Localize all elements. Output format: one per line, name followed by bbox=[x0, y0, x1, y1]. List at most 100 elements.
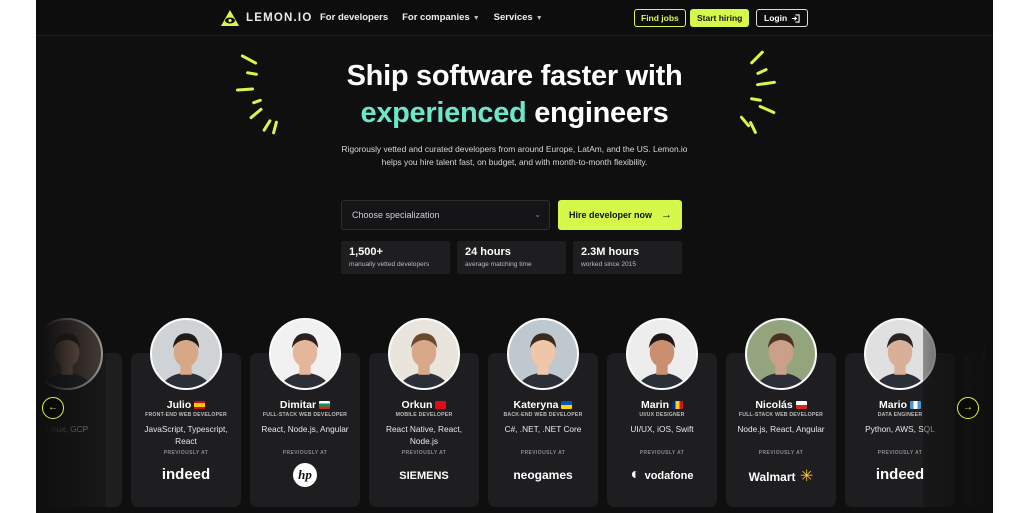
company-logo: neogames bbox=[488, 466, 598, 484]
stat-label: worked since 2015 bbox=[581, 261, 636, 268]
previously-at-label: PREVIOUSLY AT bbox=[758, 450, 804, 456]
company-name: indeed bbox=[875, 466, 925, 483]
nav-link-for-developers[interactable]: For developers bbox=[320, 12, 388, 23]
developer-skills: UI/UX, iOS, Swift bbox=[630, 424, 694, 434]
stat-label: manually vetted developers bbox=[349, 261, 430, 268]
chevron-down-icon: ⌄ bbox=[534, 210, 541, 219]
company-name: vodafone bbox=[644, 470, 694, 482]
company-logo: ◐ vodafone bbox=[607, 466, 717, 484]
stat-developers: 1,500+ manually vetted developers bbox=[341, 241, 450, 274]
cta-label: Hire developer now bbox=[569, 210, 653, 220]
developer-name-text: Orkun bbox=[401, 399, 433, 411]
developer-name-text: Marin bbox=[640, 399, 669, 411]
previously-at-label: PREVIOUSLY AT bbox=[163, 450, 209, 456]
company-logo: indeed bbox=[131, 466, 241, 484]
country-flag-icon bbox=[435, 401, 447, 410]
stat-label: average matching time bbox=[465, 261, 532, 268]
walmart-spark-icon: ✳ bbox=[795, 468, 814, 485]
stat-value: 2.3M hours bbox=[581, 246, 640, 258]
company-logo: SIEMENS bbox=[369, 466, 479, 484]
carousel-prev-button[interactable]: ← bbox=[42, 397, 64, 419]
developer-name: Dimitar bbox=[250, 399, 360, 411]
company-name: neogames bbox=[513, 468, 573, 482]
start-hiring-button[interactable]: Start hiring bbox=[690, 9, 750, 27]
find-jobs-button[interactable]: Find jobs bbox=[634, 9, 686, 27]
developer-avatar bbox=[150, 318, 222, 390]
caret-down-icon: ▼ bbox=[535, 15, 543, 22]
company-name: indeed bbox=[161, 466, 211, 483]
arrow-left-icon: ← bbox=[48, 402, 58, 413]
select-placeholder: Choose specialization bbox=[352, 210, 440, 220]
company-name: Walmart bbox=[748, 470, 796, 484]
nav-link-label: For developers bbox=[320, 12, 389, 23]
logo-text: LEMON.IO bbox=[246, 12, 313, 24]
developer-name: Marin bbox=[607, 399, 717, 411]
developer-role: BACK-END WEB DEVELOPER bbox=[503, 412, 583, 418]
nav-link-label: Services bbox=[493, 12, 533, 23]
developer-role: FULL-STACK WEB DEVELOPER bbox=[738, 412, 824, 418]
developer-avatar bbox=[388, 318, 460, 390]
developer-name: Kateryna bbox=[488, 399, 598, 411]
developer-avatar bbox=[626, 318, 698, 390]
company-name: hp bbox=[293, 463, 317, 487]
hero-title-line1: Ship software faster with bbox=[346, 60, 683, 92]
developer-name-text: Kateryna bbox=[513, 399, 559, 411]
developer-name-text: Dimitar bbox=[279, 399, 317, 411]
login-label: Login bbox=[764, 13, 788, 23]
company-logo: Walmart ✳ bbox=[726, 466, 836, 486]
country-flag-icon bbox=[194, 401, 206, 410]
nav-link-label: For companies bbox=[402, 12, 470, 23]
login-icon bbox=[792, 13, 800, 23]
nav-links: For developers For companies ▼ Services ▼ bbox=[320, 12, 543, 23]
country-flag-icon bbox=[672, 401, 683, 410]
login-button[interactable]: Login bbox=[756, 9, 809, 27]
developer-name: Orkun bbox=[369, 399, 479, 411]
hire-developer-button[interactable]: Hire developer now → bbox=[558, 200, 682, 230]
developer-name-text: Mario bbox=[878, 399, 907, 411]
nav-link-services[interactable]: Services ▼ bbox=[494, 12, 543, 23]
previously-at-label: PREVIOUSLY AT bbox=[282, 450, 328, 456]
previously-at-label: PREVIOUSLY AT bbox=[520, 450, 566, 456]
arrow-right-icon: → bbox=[661, 209, 672, 221]
developer-avatar bbox=[745, 318, 817, 390]
company-name: SIEMENS bbox=[399, 470, 449, 482]
developer-name: Julio bbox=[131, 399, 241, 411]
logo[interactable]: LEMON.IO bbox=[220, 9, 312, 27]
company-logo: hp bbox=[250, 463, 360, 487]
developer-avatar bbox=[507, 318, 579, 390]
developer-skills: C#, .NET, .NET Core bbox=[504, 424, 582, 434]
hero-title-accent: experienced bbox=[360, 97, 527, 129]
stat-value: 24 hours bbox=[465, 246, 511, 258]
developer-role: MOBILE DEVELOPER bbox=[395, 412, 453, 418]
developer-name-text: Julio bbox=[166, 399, 192, 411]
previously-at-label: PREVIOUSLY AT bbox=[401, 450, 447, 456]
vodafone-logo-icon: ◐ bbox=[630, 466, 645, 483]
caret-down-icon: ▼ bbox=[472, 15, 480, 22]
lemon-eye-icon bbox=[221, 10, 239, 26]
developer-skills: JavaScript, Typescript, React bbox=[144, 424, 228, 446]
carousel-next-button[interactable]: → bbox=[957, 397, 979, 419]
page: LEMON.IO For developers For companies ▼ S… bbox=[36, 0, 993, 513]
developer-name-text: Nicolás bbox=[755, 399, 793, 411]
hero-title-line2: experienced engineers bbox=[36, 97, 993, 130]
developer-name: Nicolás bbox=[726, 399, 836, 411]
developer-skills: React Native, React, Node.js bbox=[385, 424, 463, 446]
previously-at-label: PREVIOUSLY AT bbox=[639, 450, 685, 456]
country-flag-icon bbox=[319, 401, 331, 410]
developer-role: FULL-STACK WEB DEVELOPER bbox=[262, 412, 348, 418]
country-flag-icon bbox=[910, 401, 921, 410]
specialization-select[interactable]: Choose specialization ⌄ bbox=[341, 200, 550, 230]
stat-matching: 24 hours average matching time bbox=[457, 241, 566, 274]
stat-value: 1,500+ bbox=[349, 246, 383, 258]
developer-skills: React, Node.js, Angular bbox=[261, 424, 349, 434]
country-flag-icon bbox=[561, 401, 573, 410]
hero-title-rest: engineers bbox=[526, 97, 669, 129]
hero-subtitle: Rigorously vetted and curated developers… bbox=[341, 144, 688, 167]
nav-link-for-companies[interactable]: For companies ▼ bbox=[402, 12, 480, 23]
top-nav: LEMON.IO For developers For companies ▼ S… bbox=[36, 0, 993, 36]
stat-hours: 2.3M hours worked since 2015 bbox=[573, 241, 682, 274]
developer-avatar bbox=[269, 318, 341, 390]
browser-frame: LEMON.IO For developers For companies ▼ S… bbox=[0, 0, 1024, 513]
developer-skills: Node.js, React, Angular bbox=[737, 424, 825, 434]
developer-role: UI/UX DESIGNER bbox=[639, 412, 685, 418]
